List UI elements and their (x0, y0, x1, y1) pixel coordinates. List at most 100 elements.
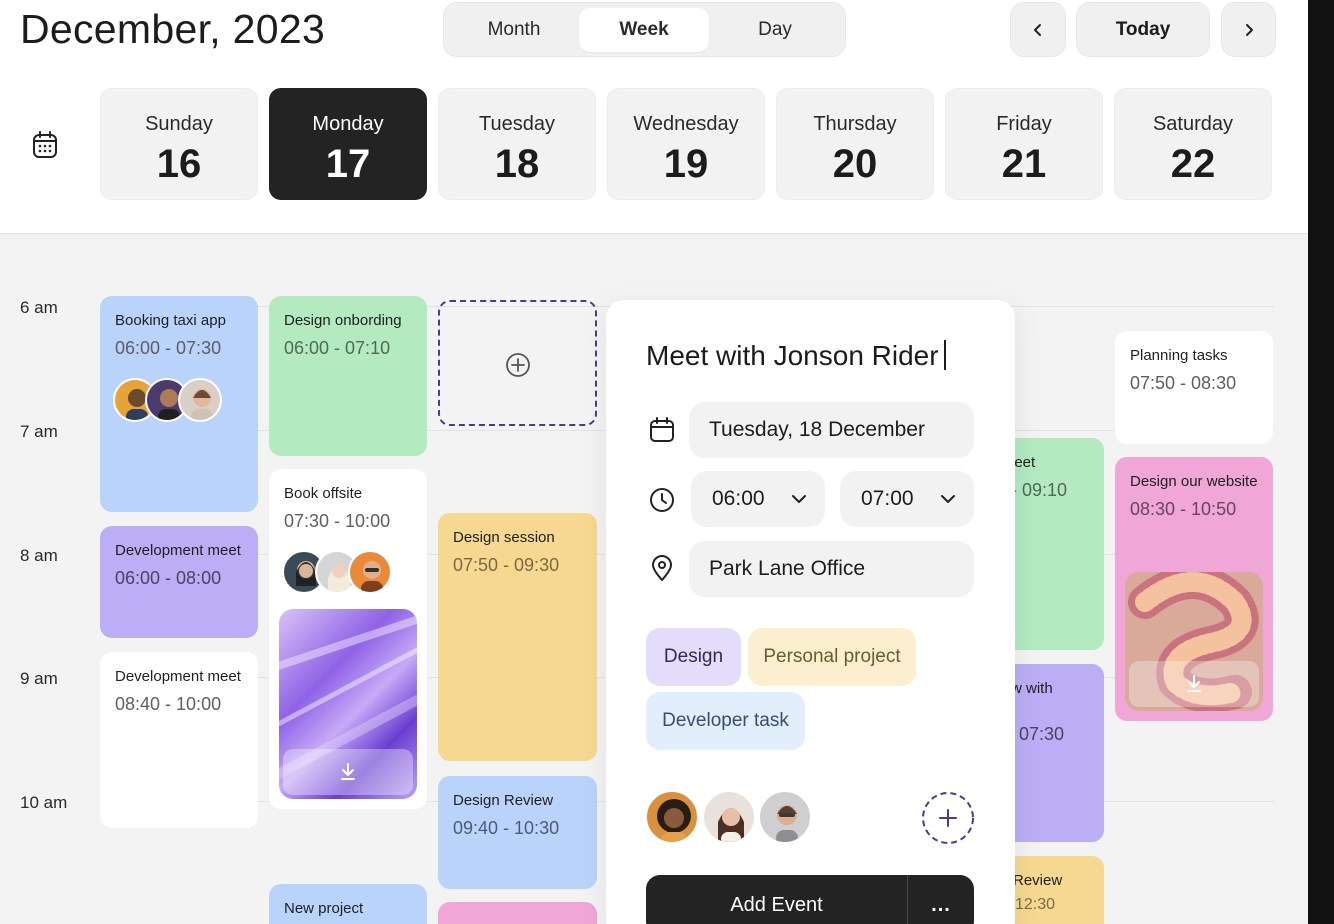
download-button[interactable] (1129, 661, 1259, 707)
view-week-button[interactable]: Week (579, 8, 709, 52)
view-switcher: Month Week Day (443, 2, 846, 57)
event-time: 06:00 - 08:00 (115, 568, 222, 588)
day-date: 22 (1170, 142, 1216, 186)
event-card-development-meet[interactable]: Development meet 06:00 - 08:00 (100, 526, 258, 638)
event-time: 07:50 - 09:30 (453, 555, 560, 575)
event-card[interactable] (438, 902, 597, 924)
day-name: Saturday (1152, 113, 1234, 135)
more-options-button[interactable]: ... (908, 875, 974, 924)
download-button[interactable] (283, 749, 413, 795)
view-day-button[interactable]: Day (710, 8, 840, 52)
add-event-button[interactable]: Add Event (646, 875, 907, 924)
day-header-tuesday[interactable]: Tuesday 18 (438, 88, 596, 200)
day-name: Wednesday (633, 113, 739, 135)
event-title-text: Meet with Jonson Rider (646, 340, 939, 371)
event-date-field[interactable]: Tuesday, 18 December (689, 402, 974, 458)
plus-circle-icon[interactable] (505, 352, 531, 378)
event-title-input[interactable]: Meet with Jonson Rider (646, 340, 946, 372)
tag-personal-project[interactable]: Personal project (748, 628, 916, 686)
event-card-development-meet[interactable]: Development meet 08:40 - 10:00 (100, 652, 258, 828)
day-name: Thursday (813, 113, 897, 135)
start-time-value: 06:00 (712, 487, 765, 510)
day-header-friday[interactable]: Friday 21 (945, 88, 1103, 200)
chevron-down-icon (941, 495, 955, 503)
chevron-down-icon (792, 495, 806, 503)
event-card-planning-tasks[interactable]: Planning tasks 07:50 - 08:30 (1115, 331, 1273, 444)
event-title: Booking taxi app (115, 312, 226, 329)
event-time: 07:50 - 08:30 (1130, 373, 1237, 393)
event-title: w with (1011, 680, 1053, 697)
event-time: 07:30 (1019, 724, 1065, 744)
event-time: 06:00 - 07:30 (115, 338, 222, 358)
view-month-button[interactable]: Month (449, 8, 579, 52)
event-card-booking-taxi-app[interactable]: Booking taxi app 06:00 - 07:30 (100, 296, 258, 512)
end-time-value: 07:00 (861, 487, 914, 510)
avatar (178, 378, 222, 422)
chevron-right-icon (1245, 23, 1253, 36)
end-time-select[interactable]: 07:00 (840, 471, 974, 527)
time-label: 7 am (20, 422, 58, 441)
event-card-design-our-website[interactable]: Design our website 08:30 - 10:50 (1115, 457, 1273, 721)
location-field[interactable]: Park Lane Office (689, 541, 974, 597)
clock-icon (650, 488, 674, 512)
event-time: 08:40 - 10:00 (115, 694, 222, 714)
time-label: 9 am (20, 669, 58, 688)
attendee-avatar[interactable] (758, 790, 812, 844)
day-name: Friday (996, 113, 1052, 135)
avatar (348, 550, 392, 594)
location-pin-icon (652, 555, 672, 581)
calendar-icon[interactable] (31, 130, 59, 160)
tag-design[interactable]: Design (646, 628, 741, 686)
calendar-header: December, 2023 Month Week Day Today Sund… (0, 0, 1308, 234)
day-header-thursday[interactable]: Thursday 20 (776, 88, 934, 200)
calendar-app: December, 2023 Month Week Day Today Sund… (0, 0, 1308, 924)
event-title: Planning tasks (1130, 347, 1228, 364)
text-cursor (943, 340, 946, 370)
new-event-placeholder[interactable] (438, 300, 597, 426)
start-time-select[interactable]: 06:00 (691, 471, 825, 527)
event-card-new-project[interactable]: New project (269, 884, 427, 924)
event-card-design-review[interactable]: Design Review 09:40 - 10:30 (438, 776, 597, 889)
day-header-monday[interactable]: Monday 17 (269, 88, 427, 200)
event-title: Design Review (453, 792, 554, 809)
event-card-design-session[interactable]: Design session 07:50 - 09:30 (438, 513, 597, 761)
add-event-popup: Meet with Jonson Rider Tuesday, 18 Decem… (606, 300, 1015, 924)
download-icon (1187, 675, 1201, 692)
day-date: 21 (1001, 142, 1047, 186)
event-image (1125, 572, 1263, 711)
event-time: 06:00 - 07:10 (284, 338, 391, 358)
day-name: Monday (312, 113, 384, 135)
tag-developer-task[interactable]: Developer task (646, 692, 805, 750)
prev-week-button[interactable] (1010, 2, 1066, 57)
next-week-button[interactable] (1221, 2, 1276, 57)
day-date: 18 (494, 142, 540, 186)
event-card-book-offsite[interactable]: Book offsite 07:30 - 10:00 (269, 469, 427, 809)
add-attendee-button[interactable] (920, 790, 976, 846)
event-title: Development meet (115, 668, 241, 685)
attendee-avatar[interactable] (645, 790, 699, 844)
event-time: 09:40 - 10:30 (453, 818, 560, 838)
time-label: 10 am (20, 793, 68, 812)
time-label: 8 am (20, 546, 58, 565)
page-title: December, 2023 (20, 6, 326, 52)
day-header-saturday[interactable]: Saturday 22 (1114, 88, 1272, 200)
day-date: 20 (832, 142, 878, 186)
event-image (279, 609, 417, 799)
event-title: Design onbording (284, 312, 402, 329)
event-title: Development meet (115, 542, 241, 559)
calendar-icon (650, 417, 674, 442)
attendee-avatar[interactable] (702, 790, 756, 844)
event-time: - 09:10 (1011, 480, 1068, 500)
event-time: 07:30 - 10:00 (284, 511, 391, 531)
chevron-left-icon (1034, 23, 1041, 36)
event-title: Design session (453, 529, 555, 546)
day-date: 19 (663, 142, 709, 186)
event-card-design-onbording[interactable]: Design onbording 06:00 - 07:10 (269, 296, 427, 456)
today-button[interactable]: Today (1076, 2, 1210, 57)
day-header-sunday[interactable]: Sunday 16 (100, 88, 258, 200)
day-header-wednesday[interactable]: Wednesday 19 (607, 88, 765, 200)
event-time: 08:30 - 10:50 (1130, 499, 1237, 519)
add-event-bar: Add Event ... (646, 875, 974, 924)
event-title: Review (1013, 872, 1063, 889)
event-time: 12:30 (1015, 896, 1056, 913)
